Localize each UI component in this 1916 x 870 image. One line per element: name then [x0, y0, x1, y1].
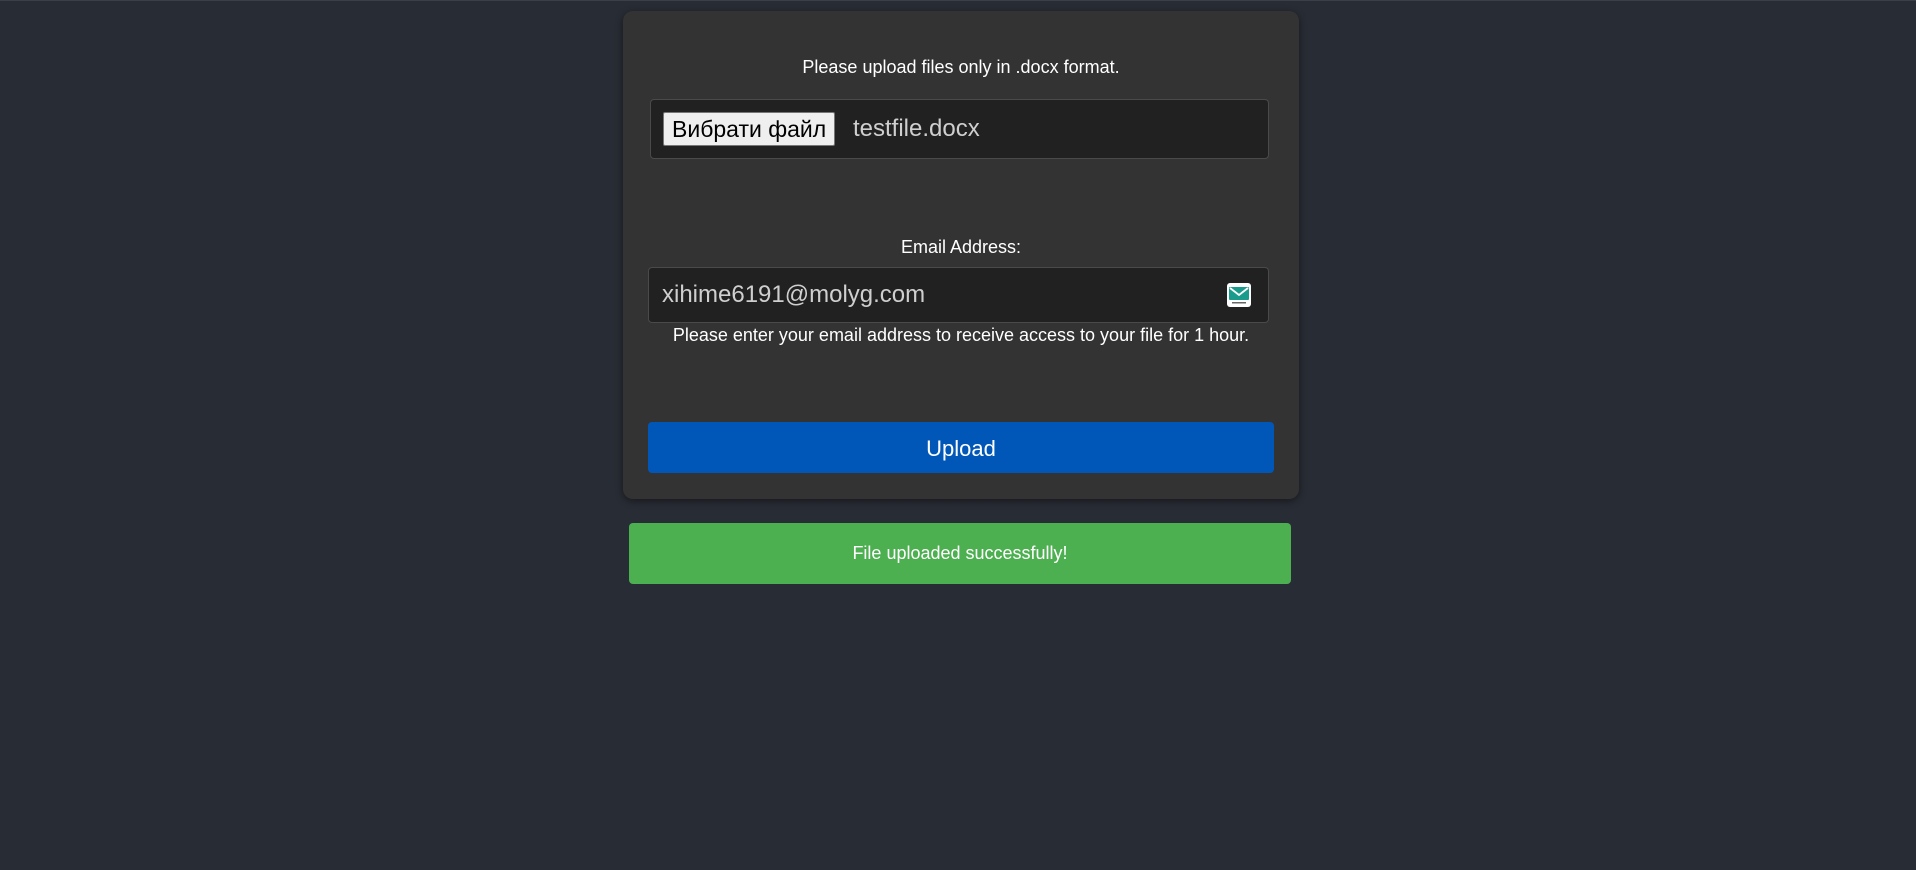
- top-divider: [0, 0, 1916, 1]
- email-field[interactable]: xihime6191@molyg.com: [648, 267, 1269, 323]
- upload-instruction: Please upload files only in .docx format…: [802, 57, 1120, 77]
- success-message: File uploaded successfully!: [629, 523, 1291, 584]
- email-value: xihime6191@molyg.com: [662, 281, 926, 308]
- email-label: Email Address:: [900, 237, 1022, 257]
- email-help-text: Please enter your email address to recei…: [672, 325, 1250, 345]
- choose-file-button[interactable]: Вибрати файл: [663, 112, 836, 146]
- selected-file-name: testfile.docx: [853, 115, 980, 142]
- upload-form-card: Please upload files only in .docx format…: [623, 11, 1299, 499]
- file-input[interactable]: Вибрати файл testfile.docx: [650, 99, 1269, 159]
- upload-button[interactable]: Upload: [648, 422, 1274, 473]
- mail-icon[interactable]: [1227, 283, 1251, 307]
